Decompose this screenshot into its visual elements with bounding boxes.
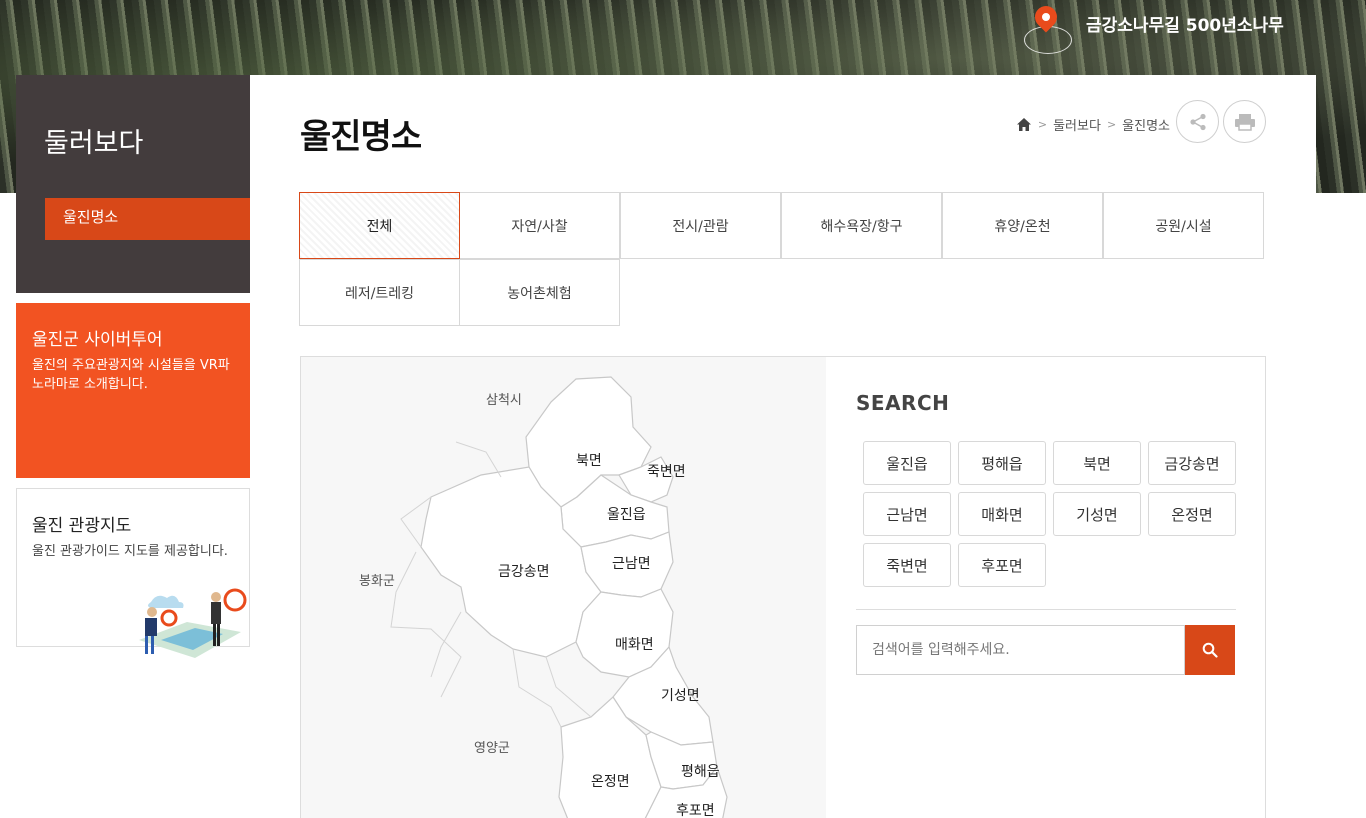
search-panel: SEARCH 울진읍 평해읍 북면 금강송면 근남면 매화면 기성면 온정면 죽… (856, 357, 1236, 818)
map-label-geunnam[interactable]: 근남면 (612, 553, 651, 573)
map-label-bukmyeon[interactable]: 북면 (576, 450, 602, 470)
map-label-pyeonghae[interactable]: 평해읍 (681, 761, 720, 781)
region-chip[interactable]: 기성면 (1053, 492, 1141, 536)
printer-icon (1234, 113, 1255, 131)
share-button[interactable] (1176, 100, 1219, 143)
sidebar: 둘러보다 울진명소 (16, 75, 257, 293)
region-chip[interactable]: 북면 (1053, 441, 1141, 485)
divider (856, 609, 1236, 610)
chevron-right-icon: > (1037, 118, 1048, 131)
region-chip[interactable]: 후포면 (958, 543, 1046, 587)
map-label-maehwa[interactable]: 매화면 (615, 634, 654, 654)
home-icon[interactable] (1016, 117, 1032, 132)
tourist-map-title: 울진 관광지도 (32, 516, 132, 536)
region-chip[interactable]: 매화면 (958, 492, 1046, 536)
map-label-jukbyeon[interactable]: 죽변면 (647, 461, 686, 481)
cyber-tour-banner[interactable]: 울진군 사이버투어 울진의 주요관광지와 시설들을 VR파노라마로 소개합니다. (16, 303, 250, 478)
map-label-hupo[interactable]: 후포면 (676, 800, 715, 818)
sidebar-title: 둘러보다 (44, 128, 144, 159)
tab-resort-hotspring[interactable]: 휴양/온천 (942, 192, 1103, 259)
map-label-bonghwa: 봉화군 (359, 574, 395, 589)
breadcrumb-level2[interactable]: 울진명소 (1122, 115, 1170, 134)
search-heading: SEARCH (856, 391, 950, 415)
map-label-geumgang[interactable]: 금강송면 (498, 561, 550, 581)
map-label-samcheok: 삼척시 (486, 393, 522, 408)
sidebar-item-uljin-attractions[interactable]: 울진명소 (45, 198, 257, 240)
tab-all[interactable]: 전체 (299, 192, 460, 259)
breadcrumb: > 둘러보다 > 울진명소 (1016, 115, 1170, 134)
search-icon (1202, 642, 1218, 658)
tab-leisure-trekking[interactable]: 레저/트레킹 (299, 259, 460, 326)
search-input[interactable]: 검색어를 입력해주세요. (856, 625, 1185, 675)
print-button[interactable] (1223, 100, 1266, 143)
region-chips: 울진읍 평해읍 북면 금강송면 근남면 매화면 기성면 온정면 죽변면 후포면 (863, 441, 1239, 587)
tourist-map-desc: 울진 관광가이드 지도를 제공합니다. (32, 544, 228, 559)
map-label-onjeong[interactable]: 온정면 (591, 771, 630, 791)
region-chip[interactable]: 죽변면 (863, 543, 951, 587)
map-label-uljin[interactable]: 울진읍 (607, 504, 646, 524)
region-chip[interactable]: 울진읍 (863, 441, 951, 485)
map-search-area: 삼척시 봉화군 영양군 북면 죽변면 울진읍 금강송면 근남면 매화면 기성면 … (300, 356, 1266, 818)
tab-exhibition[interactable]: 전시/관람 (620, 192, 781, 259)
tab-nature-temple[interactable]: 자연/사찰 (459, 192, 620, 259)
region-chip[interactable]: 금강송면 (1148, 441, 1236, 485)
location-pin-icon (1024, 1, 1072, 56)
hero-location-text: 금강소나무길 500년소나무 (1086, 15, 1284, 36)
search-button[interactable] (1185, 625, 1235, 675)
share-icon (1189, 113, 1206, 130)
region-map: 삼척시 봉화군 영양군 북면 죽변면 울진읍 금강송면 근남면 매화면 기성면 … (301, 357, 826, 818)
tourist-map-banner[interactable]: 울진 관광지도 울진 관광가이드 지도를 제공합니다. (16, 488, 250, 658)
hero-location: 금강소나무길 500년소나무 (1024, 1, 1284, 56)
tab-rural-experience[interactable]: 농어촌체험 (459, 259, 620, 326)
main-content: 울진명소 > 둘러보다 > 울진명소 전체 자연/사찰 전시/관람 해수욕장/항… (250, 75, 1316, 818)
map-illustration-icon (139, 588, 247, 658)
region-chip[interactable]: 근남면 (863, 492, 951, 536)
chevron-right-icon: > (1106, 118, 1117, 131)
map-label-giseong[interactable]: 기성면 (661, 685, 700, 705)
region-chip[interactable]: 평해읍 (958, 441, 1046, 485)
region-chip[interactable]: 온정면 (1148, 492, 1236, 536)
page-title: 울진명소 (300, 117, 422, 157)
tab-beach-port[interactable]: 해수욕장/항구 (781, 192, 942, 259)
cyber-tour-title: 울진군 사이버투어 (32, 330, 163, 350)
breadcrumb-level1[interactable]: 둘러보다 (1053, 115, 1101, 134)
map-label-yeongyang: 영양군 (474, 741, 510, 756)
tab-park-facility[interactable]: 공원/시설 (1103, 192, 1264, 259)
cyber-tour-desc: 울진의 주요관광지와 시설들을 VR파노라마로 소개합니다. (32, 358, 230, 392)
